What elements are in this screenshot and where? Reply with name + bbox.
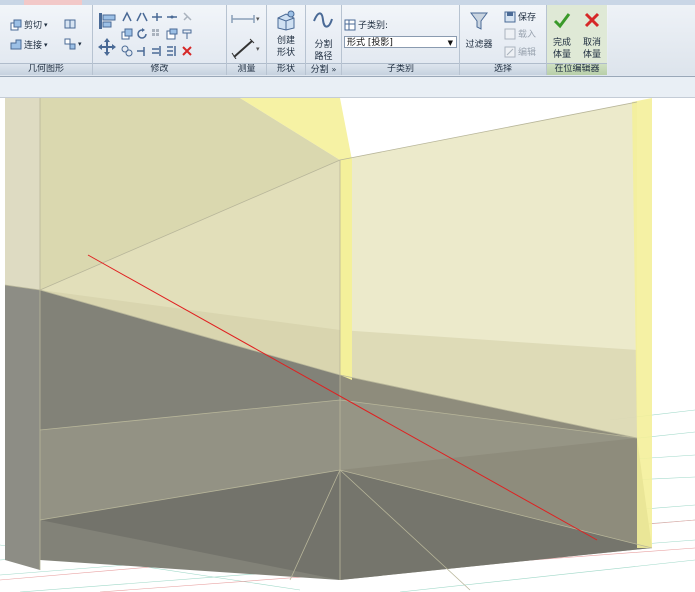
select-panel: 过滤器 保存 载入 编辑 选择 [460, 5, 547, 75]
modify-panel: 修改 [93, 5, 227, 75]
geometry-panel-label: 几何图形 [0, 63, 92, 75]
extend-icon[interactable] [166, 45, 178, 57]
create-form-label-line1: 创建 [276, 36, 295, 46]
divide-panel: 分割 路径 分割 » [306, 5, 342, 75]
offset-icon[interactable] [121, 11, 133, 23]
filter-label: 过滤器 [465, 40, 493, 50]
split-element-icon[interactable] [166, 11, 178, 23]
move-icon[interactable] [97, 37, 117, 57]
edit-selection-button[interactable]: 编辑 [504, 45, 536, 58]
3d-viewport[interactable] [0, 98, 695, 592]
join-label: 连接 [24, 41, 43, 51]
ribbon: 剪切 ▾ 连接 ▾ ▾ 几何图形 修改 ▾ ▾ 测量 创建 形状 形状 分割 路… [0, 0, 695, 77]
subcategory-title: 子类别: [344, 18, 388, 31]
create-form-icon [277, 10, 295, 31]
subcategory-select-value: 形式 [投影] [347, 38, 393, 48]
save-selection-icon [504, 11, 516, 22]
trim-multiple-icon[interactable] [151, 45, 163, 57]
pin-icon[interactable] [181, 11, 193, 23]
subcategory-panel-label: 子类别 [342, 63, 459, 75]
svg-text:▾: ▾ [256, 15, 260, 23]
options-bar [0, 77, 695, 98]
inplace-editor-panel: 完成 体量 取消 体量 在位编辑器 [547, 5, 607, 75]
ribbon-empty-area [608, 5, 695, 75]
divide-path-button[interactable]: 分割 路径 [306, 7, 341, 63]
modify-panel-label: 修改 [93, 63, 226, 75]
subcategory-icon [344, 19, 356, 30]
finish-mass-button[interactable]: 完成 体量 [547, 7, 577, 63]
copy-icon[interactable] [121, 28, 133, 40]
create-form-button[interactable]: 创建 形状 [267, 7, 305, 63]
finish-mass-label-line1: 完成 [552, 38, 571, 48]
subcategory-title-label: 子类别: [358, 21, 389, 31]
measure-distance-icon[interactable]: ▾ [230, 11, 260, 27]
filter-icon [470, 12, 488, 30]
mass-model-view[interactable] [0, 98, 695, 592]
divide-panel-title: 分割 [310, 65, 329, 75]
form-panel: 创建 形状 形状 [267, 5, 306, 75]
divide-path-label-line2: 路径 [314, 52, 333, 62]
divide-panel-label[interactable]: 分割 » [306, 63, 341, 75]
join-icon [10, 39, 22, 49]
wall-join-icon[interactable] [64, 18, 76, 30]
aligned-dimension-icon[interactable]: ▾ [230, 37, 260, 59]
split-face-icon [64, 38, 76, 50]
dropdown-arrow-icon[interactable]: ▾ [44, 41, 48, 49]
dropdown-arrow-icon[interactable]: ▾ [78, 40, 82, 48]
delete-icon[interactable] [181, 45, 193, 57]
load-selection-icon [504, 28, 516, 39]
split-face-button[interactable]: ▾ [64, 38, 82, 50]
trim-single-icon[interactable] [136, 45, 148, 57]
cancel-mass-button[interactable]: 取消 体量 [577, 7, 607, 63]
cut-label: 剪切 [24, 21, 43, 31]
filter-button[interactable]: 过滤器 [460, 7, 498, 63]
cut-icon [10, 19, 22, 30]
load-selection-button[interactable]: 载入 [504, 27, 536, 40]
cancel-mass-label-line2: 体量 [582, 50, 601, 60]
select-panel-label: 选择 [460, 63, 546, 75]
divide-path-label-line1: 分割 [314, 40, 333, 50]
measure-panel-label: 测量 [227, 63, 266, 75]
svg-text:▾: ▾ [256, 45, 260, 53]
edit-label: 编辑 [518, 48, 537, 58]
scale-icon[interactable] [166, 28, 178, 40]
close-icon [584, 12, 600, 28]
unpin-icon[interactable] [181, 28, 193, 40]
array-icon[interactable] [151, 28, 163, 40]
mirror-pick-axis-icon[interactable] [136, 11, 148, 23]
form-panel-label: 形状 [267, 63, 305, 75]
subcategory-panel: 子类别: 形式 [投影] ▼ 子类别 [342, 5, 460, 75]
load-label: 载入 [518, 30, 537, 40]
measure-panel: ▾ ▾ 测量 [227, 5, 267, 75]
save-label: 保存 [518, 13, 537, 23]
trim-extend-icon[interactable] [121, 45, 133, 57]
check-icon [553, 13, 571, 29]
save-selection-button[interactable]: 保存 [504, 10, 536, 23]
inplace-editor-panel-label: 在位编辑器 [547, 63, 607, 75]
cancel-mass-label-line1: 取消 [582, 38, 601, 48]
finish-mass-label-line2: 体量 [552, 50, 571, 60]
mirror-draw-axis-icon[interactable] [151, 11, 163, 23]
rotate-icon[interactable] [136, 28, 148, 40]
mass-face-left-lower [5, 285, 40, 570]
dropdown-arrow-icon: ▼ [447, 39, 453, 47]
join-button[interactable]: 连接 ▾ [10, 38, 48, 51]
panel-expand-icon[interactable]: » [331, 65, 336, 74]
create-form-label-line2: 形状 [276, 48, 295, 58]
mass-edge-vertical [340, 158, 352, 380]
geometry-panel: 剪切 ▾ 连接 ▾ ▾ 几何图形 [0, 5, 93, 75]
subcategory-select[interactable]: 形式 [投影] ▼ [344, 36, 457, 48]
divide-path-icon [313, 12, 333, 28]
dropdown-arrow-icon[interactable]: ▾ [44, 21, 48, 29]
mass-face-left-edge [5, 98, 40, 290]
edit-selection-icon [504, 46, 516, 57]
align-icon[interactable] [97, 11, 117, 31]
cut-button[interactable]: 剪切 ▾ [10, 18, 48, 31]
